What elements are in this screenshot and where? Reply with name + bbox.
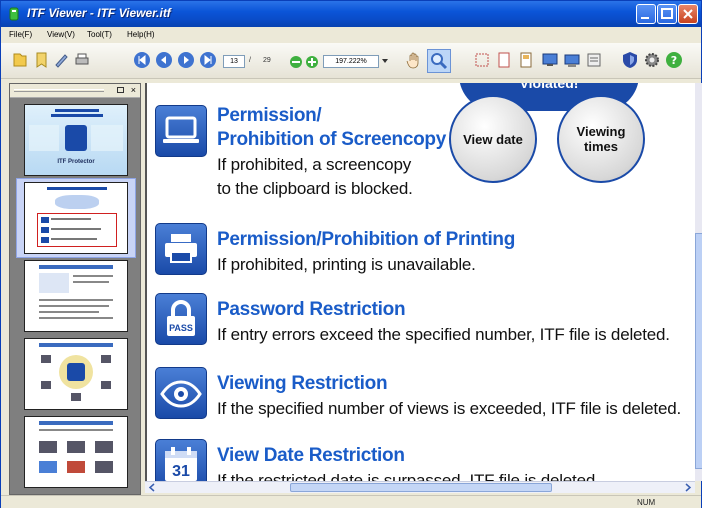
- hand-tool-icon[interactable]: [405, 51, 423, 69]
- panel-grip[interactable]: [14, 89, 104, 92]
- menu-help[interactable]: Help(H): [127, 30, 155, 39]
- title-bar[interactable]: ITF Viewer - ITF Viewer.itf: [1, 1, 701, 27]
- panel-close-icon[interactable]: ×: [131, 85, 136, 95]
- thumbnail-panel: × ITF Protector: [9, 83, 141, 495]
- zoom-level-select[interactable]: 197.222%: [323, 55, 379, 68]
- zoom-tool-button[interactable]: [427, 49, 451, 73]
- monitor-icon: [155, 105, 207, 157]
- print-icon[interactable]: [73, 51, 91, 69]
- fit-page-icon[interactable]: [473, 51, 491, 69]
- feature-title: Password Restriction: [217, 299, 406, 320]
- feature-description: If the specified number of views is exce…: [217, 399, 681, 418]
- feature-title: Prohibition of Screencopy: [217, 129, 446, 150]
- feature-title: Viewing Restriction: [217, 373, 388, 394]
- fullscreen-icon[interactable]: [541, 51, 559, 69]
- banner-text: Violated!: [519, 83, 579, 91]
- feature-description: If prohibited, a screencopy: [217, 155, 411, 174]
- circle-viewing-times-label: Viewing times: [576, 124, 626, 154]
- viewing-times-circle: Viewing times: [557, 95, 645, 183]
- scroll-right-icon[interactable]: [683, 483, 693, 492]
- chevron-down-icon[interactable]: [381, 57, 389, 65]
- menu-file[interactable]: File(F): [9, 30, 32, 39]
- last-page-icon[interactable]: [199, 51, 217, 69]
- eye-icon: [155, 367, 207, 419]
- single-page-icon[interactable]: [517, 51, 535, 69]
- page-thumbnail-5[interactable]: [24, 416, 128, 488]
- slideshow-icon[interactable]: [563, 51, 581, 69]
- zoom-in-icon[interactable]: [305, 53, 319, 71]
- edit-icon[interactable]: [53, 51, 71, 69]
- calendar-icon: 31: [155, 439, 207, 481]
- window-title: ITF Viewer - ITF Viewer.itf: [27, 6, 171, 20]
- next-page-icon[interactable]: [177, 51, 195, 69]
- page-thumbnail-1[interactable]: ITF Protector: [24, 104, 128, 176]
- page-thumbnail-2[interactable]: [24, 182, 128, 254]
- gear-icon[interactable]: [643, 51, 661, 69]
- printer-icon: [155, 223, 207, 275]
- first-page-icon[interactable]: [133, 51, 151, 69]
- close-icon: [683, 9, 693, 19]
- page-thumbnail-3[interactable]: [24, 260, 128, 332]
- calendar-icon-label: 31: [172, 463, 190, 480]
- vertical-scrollbar[interactable]: [695, 83, 702, 481]
- maximize-icon: [661, 8, 673, 19]
- properties-icon[interactable]: [585, 51, 603, 69]
- feature-title: Permission/: [217, 105, 322, 126]
- document-view[interactable]: Violated! View date Viewing times Permis…: [145, 83, 695, 481]
- bookmark-icon[interactable]: [33, 51, 51, 69]
- thumbnail-panel-header: ×: [10, 84, 140, 98]
- open-folder-icon[interactable]: [11, 51, 29, 69]
- feature-description: If prohibited, printing is unavailable.: [217, 255, 476, 274]
- status-bar: NUM: [1, 495, 701, 508]
- itf-app-icon: [9, 7, 19, 21]
- page-number-input[interactable]: 13: [223, 55, 245, 68]
- feature-title: View Date Restriction: [217, 445, 405, 466]
- thumbnail-caption: ITF Protector: [57, 159, 95, 165]
- menu-tool[interactable]: Tool(T): [87, 30, 112, 39]
- fit-width-icon[interactable]: [495, 51, 513, 69]
- minimize-icon: [641, 17, 649, 19]
- menu-bar: File(F) View(V) Tool(T) Help(H): [1, 27, 701, 43]
- num-lock-indicator: NUM: [637, 498, 656, 507]
- menu-view[interactable]: View(V): [47, 30, 75, 39]
- maximize-button[interactable]: [657, 4, 677, 24]
- app-window: ITF Viewer - ITF Viewer.itf File(F) View…: [0, 0, 702, 508]
- minimize-button[interactable]: [636, 4, 656, 24]
- svg-text:?: ?: [671, 54, 677, 67]
- circle-view-date-label: View date: [463, 131, 523, 147]
- feature-description: If the restricted date is surpassed, ITF…: [217, 471, 600, 481]
- close-button[interactable]: [678, 4, 698, 24]
- horizontal-scroll-thumb[interactable]: [290, 483, 552, 492]
- magnifier-icon: [431, 53, 448, 70]
- view-date-circle: View date: [449, 95, 537, 183]
- previous-page-icon[interactable]: [155, 51, 173, 69]
- panel-restore-icon[interactable]: [117, 87, 124, 93]
- lock-icon-label: PASS: [169, 323, 193, 333]
- lock-icon: PASS: [155, 293, 207, 345]
- total-pages: 29: [263, 57, 271, 64]
- vertical-scroll-thumb[interactable]: [695, 233, 702, 469]
- feature-description: to the clipboard is blocked.: [217, 179, 413, 198]
- help-icon[interactable]: ?: [665, 51, 683, 69]
- scroll-left-icon[interactable]: [147, 483, 157, 492]
- page-separator: /: [249, 57, 251, 64]
- feature-description: If entry errors exceed the specified num…: [217, 325, 670, 344]
- shield-icon[interactable]: [621, 51, 639, 69]
- horizontal-scrollbar[interactable]: [145, 481, 695, 493]
- zoom-out-icon[interactable]: [289, 53, 303, 71]
- page-thumbnail-4[interactable]: [24, 338, 128, 410]
- toolbar: 13 / 29 197.222% ?: [1, 43, 701, 79]
- feature-title: Permission/Prohibition of Printing: [217, 229, 516, 250]
